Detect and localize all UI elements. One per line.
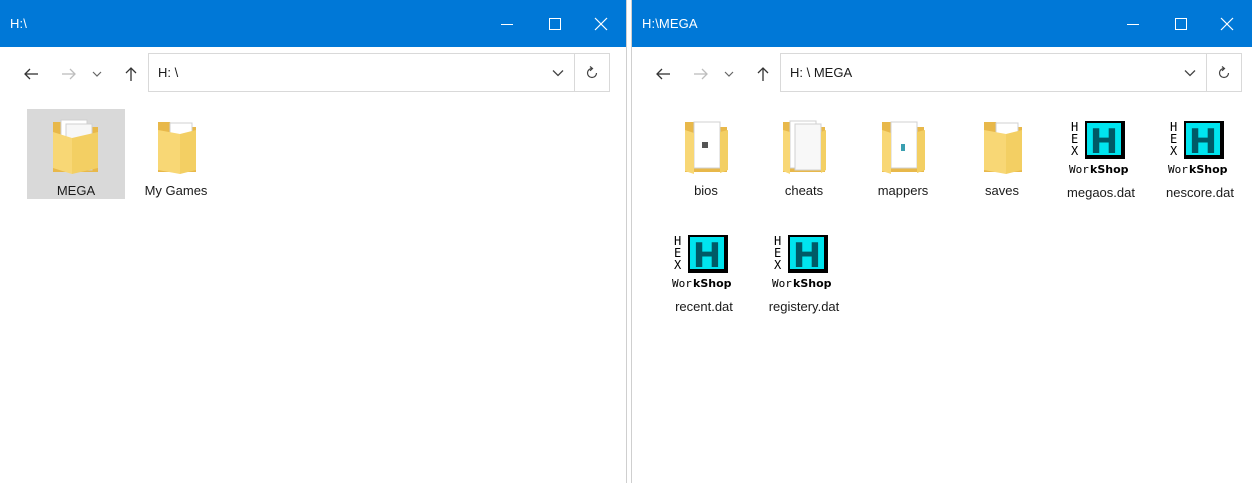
hex-letter: X — [674, 258, 682, 272]
recent-locations-button[interactable] — [720, 61, 738, 87]
minimize-icon — [1127, 23, 1139, 25]
file-list: bios cheats mappers saves H E X H Wor kS… — [632, 103, 1252, 483]
address-dropdown-button[interactable] — [1182, 65, 1198, 81]
folder-icon — [680, 117, 732, 177]
item-label: bios — [694, 183, 718, 198]
folder-item[interactable]: My Games — [127, 109, 225, 199]
address-path: H: \ — [158, 65, 179, 80]
arrow-right-icon — [62, 68, 76, 80]
folder-icon — [778, 117, 830, 177]
folder-icon — [50, 117, 102, 177]
item-label: saves — [985, 183, 1019, 198]
hex-workshop-icon: H E X H Wor kShop — [1068, 117, 1134, 179]
window-title: H:\ — [10, 16, 27, 31]
address-bar[interactable]: H: \ MEGA — [780, 53, 1207, 92]
title-bar[interactable]: H:\ — [0, 0, 626, 47]
refresh-button[interactable] — [1207, 53, 1242, 92]
arrow-up-icon — [125, 67, 137, 81]
hex-workshop-suffix: kShop — [1090, 163, 1129, 176]
folder-item[interactable]: MEGA — [27, 109, 125, 199]
file-item[interactable]: H E X H Wor kShop megaos.dat — [1052, 109, 1150, 221]
navigation-bar: H: \ — [0, 47, 626, 103]
title-bar[interactable]: H:\MEGA — [632, 0, 1252, 47]
hex-letter: X — [774, 258, 782, 272]
hex-workshop-suffix: kShop — [693, 277, 732, 290]
refresh-button[interactable] — [575, 53, 610, 92]
close-icon — [1220, 17, 1234, 30]
arrow-left-icon — [24, 68, 38, 80]
arrow-left-icon — [656, 68, 670, 80]
address-bar[interactable]: H: \ — [148, 53, 575, 92]
chevron-down-icon — [1184, 70, 1196, 77]
explorer-window-mega: H:\MEGA H: \ MEGA bios cheats mappers sa… — [632, 0, 1252, 483]
hex-workshop-icon: H E X H Wor kShop — [771, 231, 837, 293]
close-button[interactable] — [578, 0, 624, 47]
file-item[interactable]: H E X H Wor kShop nescore.dat — [1151, 109, 1249, 205]
up-button[interactable] — [750, 61, 776, 87]
file-item[interactable]: H E X H Wor kShop recent.dat — [655, 223, 753, 319]
forward-button[interactable] — [56, 61, 82, 87]
folder-item[interactable]: bios — [657, 109, 755, 199]
chevron-down-icon — [552, 70, 564, 77]
hex-workshop-prefix: Wor — [672, 277, 692, 290]
item-label: MEGA — [56, 183, 96, 198]
hex-workshop-icon: H E X H Wor kShop — [1167, 117, 1233, 179]
navigation-bar: H: \ MEGA — [632, 47, 1252, 103]
hex-workshop-prefix: Wor — [1069, 163, 1089, 176]
close-icon — [594, 17, 608, 30]
hex-letter: X — [1170, 144, 1178, 158]
back-button[interactable] — [18, 61, 44, 87]
hex-workshop-prefix: Wor — [772, 277, 792, 290]
item-label: megaos.dat — [1067, 185, 1135, 200]
back-button[interactable] — [650, 61, 676, 87]
hex-big-letter: H — [693, 236, 721, 276]
item-label: mappers — [877, 183, 929, 198]
address-path: H: \ MEGA — [790, 65, 853, 80]
folder-icon — [150, 117, 202, 177]
hex-workshop-icon: H E X H Wor kShop — [671, 231, 737, 293]
folder-icon — [877, 117, 929, 177]
minimize-button[interactable] — [1110, 0, 1156, 47]
refresh-icon — [1218, 65, 1230, 78]
close-button[interactable] — [1204, 0, 1250, 47]
window-title: H:\MEGA — [642, 16, 698, 31]
chevron-down-icon — [724, 71, 734, 77]
maximize-icon — [549, 17, 561, 30]
explorer-window-root: H:\ H: \ MEGA My Games — [0, 0, 626, 483]
item-label: recent.dat — [675, 299, 733, 314]
hex-big-letter: H — [1189, 122, 1217, 162]
item-label: nescore.dat — [1166, 185, 1234, 200]
recent-locations-button[interactable] — [88, 61, 106, 87]
folder-item[interactable]: saves — [953, 109, 1051, 199]
item-label: My Games — [144, 183, 208, 198]
folder-item[interactable]: cheats — [755, 109, 853, 199]
hex-workshop-suffix: kShop — [793, 277, 832, 290]
file-item[interactable]: H E X H Wor kShop registery.dat — [755, 223, 853, 335]
address-dropdown-button[interactable] — [550, 65, 566, 81]
arrow-up-icon — [757, 67, 769, 81]
minimize-button[interactable] — [484, 0, 530, 47]
maximize-icon — [1175, 17, 1187, 30]
file-list: MEGA My Games — [0, 103, 626, 483]
item-label: registery.dat — [768, 299, 840, 314]
up-button[interactable] — [118, 61, 144, 87]
maximize-button[interactable] — [1158, 0, 1204, 47]
hex-workshop-prefix: Wor — [1168, 163, 1188, 176]
folder-item[interactable]: mappers — [854, 109, 952, 199]
refresh-icon — [586, 65, 598, 78]
minimize-icon — [501, 23, 513, 25]
hex-letter: X — [1071, 144, 1079, 158]
hex-big-letter: H — [793, 236, 821, 276]
hex-workshop-suffix: kShop — [1189, 163, 1228, 176]
forward-button[interactable] — [688, 61, 714, 87]
chevron-down-icon — [92, 71, 102, 77]
hex-big-letter: H — [1090, 122, 1118, 162]
arrow-right-icon — [694, 68, 708, 80]
maximize-button[interactable] — [532, 0, 578, 47]
folder-icon — [976, 117, 1028, 177]
item-label: cheats — [784, 183, 824, 198]
